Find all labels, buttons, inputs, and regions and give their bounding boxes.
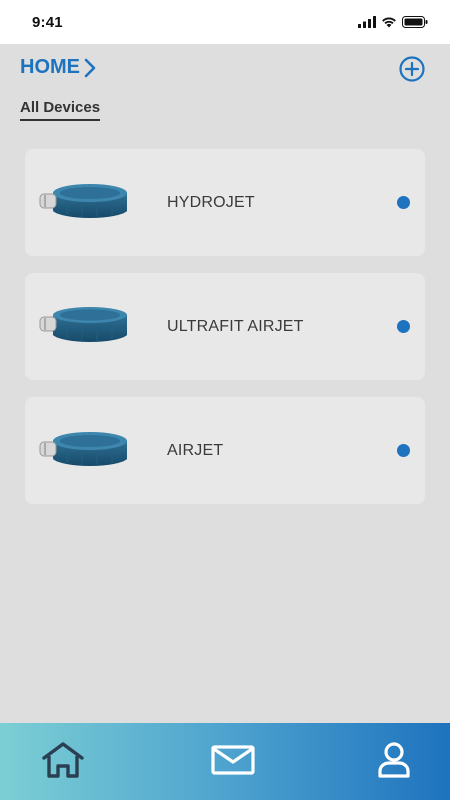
- device-list: HYDROJET ULTRAFIT AIRJET AIRJET: [25, 149, 425, 521]
- nav-profile-button[interactable]: [377, 741, 411, 784]
- device-status-indicator: [397, 320, 410, 333]
- wifi-icon: [382, 17, 396, 28]
- device-card-airjet[interactable]: AIRJET: [25, 397, 425, 504]
- device-name: HYDROJET: [167, 193, 255, 211]
- cellular-signal-icon: [358, 16, 376, 28]
- bottom-nav: [0, 723, 450, 800]
- spa-image: [39, 307, 127, 342]
- home-label: HOME: [20, 56, 80, 78]
- device-card-ultrafit-airjet[interactable]: ULTRAFIT AIRJET: [25, 273, 425, 380]
- spa-image: [39, 432, 127, 466]
- add-device-button[interactable]: [398, 55, 426, 83]
- device-name: ULTRAFIT AIRJET: [167, 317, 304, 335]
- home-icon: [42, 742, 84, 778]
- device-card-hydrojet[interactable]: HYDROJET: [25, 149, 425, 256]
- mail-icon: [211, 745, 255, 775]
- plus-circle-icon: [399, 56, 425, 82]
- device-status-indicator: [397, 196, 410, 209]
- profile-icon: [378, 742, 410, 778]
- nav-mail-button[interactable]: [211, 745, 255, 780]
- battery-icon: [402, 16, 428, 28]
- nav-home-button[interactable]: [40, 741, 86, 784]
- home-breadcrumb[interactable]: HOME: [20, 56, 96, 79]
- tab-all-devices[interactable]: All Devices: [20, 99, 101, 121]
- status-bar: 9:41: [0, 0, 450, 44]
- device-name: AIRJET: [167, 441, 224, 459]
- status-icons: [358, 16, 428, 28]
- status-time: 9:41: [32, 13, 63, 31]
- device-status-indicator: [397, 444, 410, 457]
- spa-image: [39, 184, 127, 218]
- header: HOME: [0, 44, 450, 94]
- chevron-right-icon: [84, 58, 96, 77]
